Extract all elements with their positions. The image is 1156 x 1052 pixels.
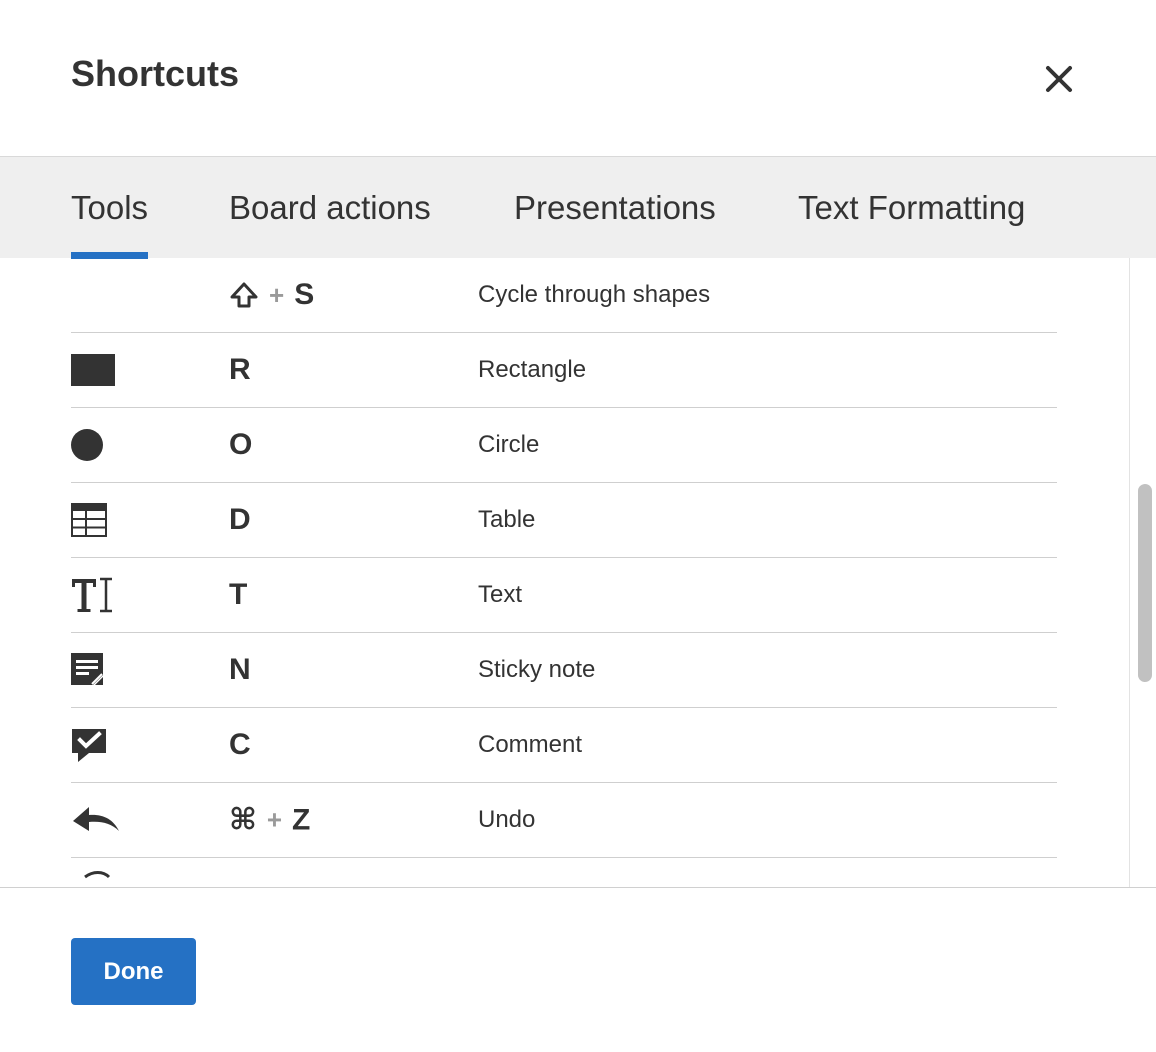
key-label: R — [229, 353, 251, 386]
dialog-footer: Done — [0, 887, 1156, 1052]
shortcut-description: Table — [478, 506, 536, 533]
shortcut-description: Comment — [478, 731, 583, 758]
shortcut-keys: N — [229, 653, 251, 687]
shortcut-keys: + S — [229, 278, 314, 312]
dialog-title: Shortcuts — [71, 53, 240, 94]
tab-board-actions[interactable]: Board actions — [229, 185, 431, 231]
tab-label: Board actions — [229, 189, 431, 226]
list-item — [71, 858, 1057, 887]
tab-text-formatting[interactable]: Text Formatting — [798, 185, 1025, 231]
scrollbar-thumb[interactable] — [1138, 484, 1152, 682]
circle-icon — [71, 425, 121, 465]
list-item: T Text — [71, 558, 1057, 633]
shortcut-description: Undo — [478, 806, 536, 833]
list-item: C Comment — [71, 708, 1057, 783]
tab-tools[interactable]: Tools — [71, 185, 149, 259]
tab-label: Text Formatting — [798, 189, 1026, 226]
key-label: S — [294, 278, 315, 311]
tab-bar: Tools Board actions Presentations Text F… — [0, 156, 1156, 259]
shift-key-icon — [230, 282, 258, 308]
rectangle-icon — [71, 350, 121, 390]
list-item: + S Cycle through shapes — [71, 258, 1057, 333]
shortcut-keys: R — [229, 353, 251, 387]
shortcut-description: Text — [478, 581, 523, 608]
shortcut-description: Circle — [478, 431, 540, 458]
partial-icon — [71, 866, 121, 887]
shortcut-keys: ⌘ + Z — [229, 803, 310, 838]
done-button[interactable]: Done — [71, 938, 196, 1005]
list-item: O Circle — [71, 408, 1057, 483]
shortcut-keys: T — [229, 578, 247, 612]
key-label: D — [229, 503, 251, 536]
table-icon — [71, 500, 121, 540]
key-label: C — [229, 728, 251, 761]
plus-sign: + — [266, 804, 283, 835]
tab-presentations[interactable]: Presentations — [514, 185, 716, 231]
shortcuts-dialog: Shortcuts Tools Board actions Presentati… — [0, 0, 1156, 1052]
shortcuts-list[interactable]: + S Cycle through shapes R Rectangle O C… — [0, 258, 1156, 887]
command-key-icon: ⌘ — [229, 803, 257, 837]
undo-icon — [71, 800, 121, 840]
scrollbar[interactable] — [1129, 258, 1156, 887]
close-button[interactable] — [1040, 60, 1078, 98]
list-item: D Table — [71, 483, 1057, 558]
shortcut-keys: O — [229, 428, 252, 462]
dialog-header: Shortcuts — [0, 0, 1156, 156]
comment-icon — [71, 725, 121, 765]
list-item: N Sticky note — [71, 633, 1057, 708]
sticky-note-icon — [71, 650, 121, 690]
close-icon — [1046, 66, 1072, 92]
plus-sign: + — [269, 279, 285, 310]
text-icon — [71, 575, 121, 615]
shortcut-keys: D — [229, 503, 251, 537]
key-label: O — [229, 428, 253, 461]
key-label: Z — [292, 803, 311, 836]
key-label: T — [229, 578, 248, 611]
shortcut-description: Rectangle — [478, 356, 587, 383]
list-item: ⌘ + Z Undo — [71, 783, 1057, 858]
list-item: R Rectangle — [71, 333, 1057, 408]
shortcut-description: Cycle through shapes — [478, 281, 711, 308]
key-label: N — [229, 653, 251, 686]
shortcut-description: Sticky note — [478, 656, 596, 683]
tab-label: Presentations — [514, 189, 716, 226]
tab-label: Tools — [71, 189, 149, 226]
shortcut-keys: C — [229, 728, 251, 762]
